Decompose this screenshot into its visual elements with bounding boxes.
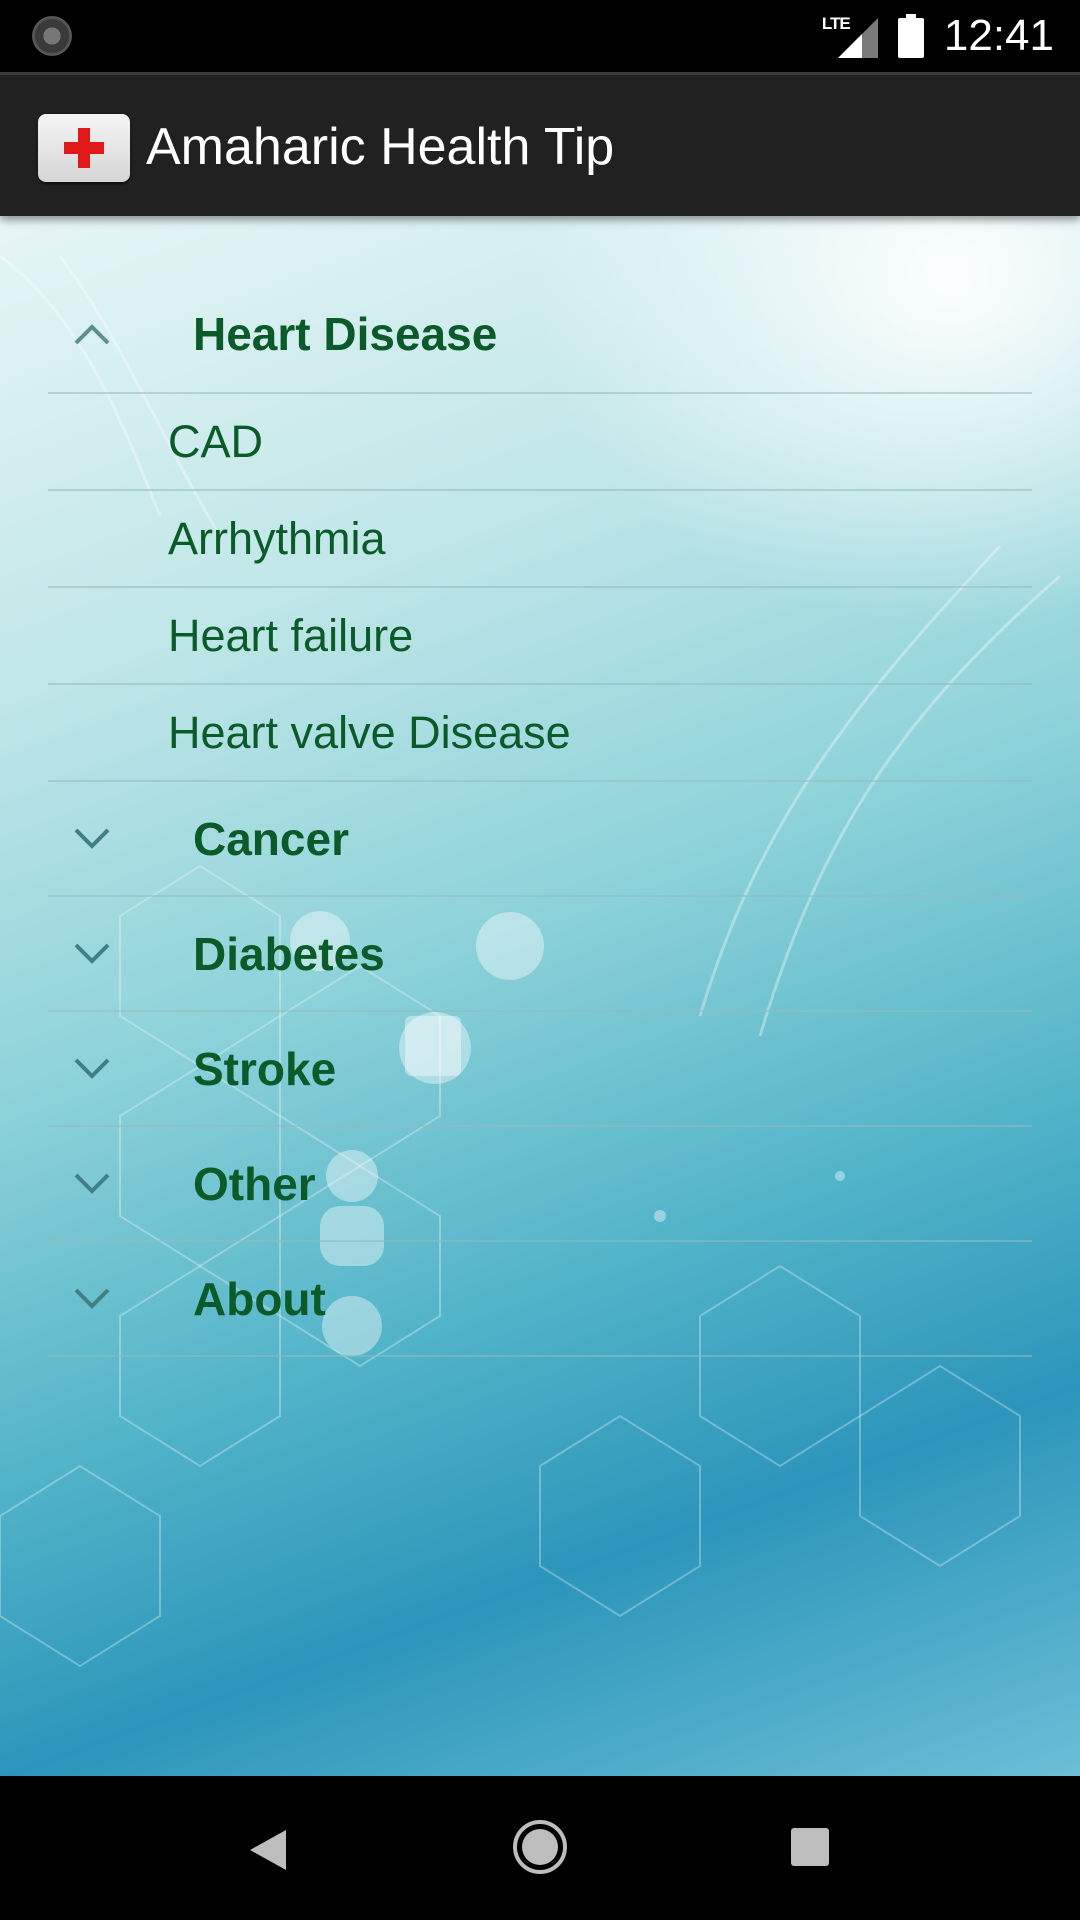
child-item-arrhythmia[interactable]: Arrhythmia — [48, 491, 1032, 588]
group-label: Other — [193, 1157, 316, 1210]
back-triangle-icon[interactable] — [248, 1828, 288, 1872]
group-label: Cancer — [193, 812, 349, 865]
group-diabetes[interactable]: Diabetes — [48, 897, 1032, 1012]
app-bar: Amaharic Health Tip — [0, 72, 1080, 216]
group-stroke[interactable]: Stroke — [48, 1012, 1032, 1127]
chevron-down-icon — [74, 943, 110, 964]
chevron-down-icon — [74, 1058, 110, 1079]
status-bar: LTE 12:41 — [0, 0, 1080, 72]
chevron-down-icon — [74, 828, 110, 849]
child-label: Heart failure — [168, 609, 414, 661]
main-content: Heart Disease CAD Arrhythmia Heart failu… — [0, 216, 1080, 1776]
battery-icon — [897, 14, 924, 58]
lte-signal-icon: LTE — [822, 14, 878, 58]
status-icons: LTE 12:41 — [822, 8, 1054, 64]
child-label: Arrhythmia — [168, 512, 386, 564]
clock: 12:41 — [943, 11, 1054, 60]
group-label: About — [193, 1272, 326, 1325]
app-title: Amaharic Health Tip — [146, 118, 615, 176]
red-cross-icon — [38, 114, 130, 182]
sync-indicator-icon — [32, 16, 72, 56]
child-item-heart-valve-disease[interactable]: Heart valve Disease — [48, 685, 1032, 782]
group-label: Stroke — [193, 1042, 337, 1095]
child-label: Heart valve Disease — [168, 706, 571, 758]
home-circle-icon[interactable] — [511, 1818, 569, 1876]
child-label: CAD — [168, 415, 264, 467]
recents-square-icon[interactable] — [791, 1828, 829, 1866]
child-item-heart-failure[interactable]: Heart failure — [48, 588, 1032, 685]
chevron-down-icon — [74, 1173, 110, 1194]
group-cancer[interactable]: Cancer — [48, 782, 1032, 897]
chevron-up-icon — [74, 324, 110, 345]
group-about[interactable]: About — [48, 1242, 1032, 1357]
group-label: Diabetes — [193, 927, 385, 980]
group-label: Heart Disease — [193, 308, 498, 360]
chevron-down-icon — [74, 1288, 110, 1309]
group-heart-disease[interactable]: Heart Disease — [48, 276, 1032, 394]
system-nav-bar — [0, 1776, 1080, 1920]
category-list: Heart Disease CAD Arrhythmia Heart failu… — [48, 276, 1032, 1357]
child-item-cad[interactable]: CAD — [48, 394, 1032, 491]
group-other[interactable]: Other — [48, 1127, 1032, 1242]
